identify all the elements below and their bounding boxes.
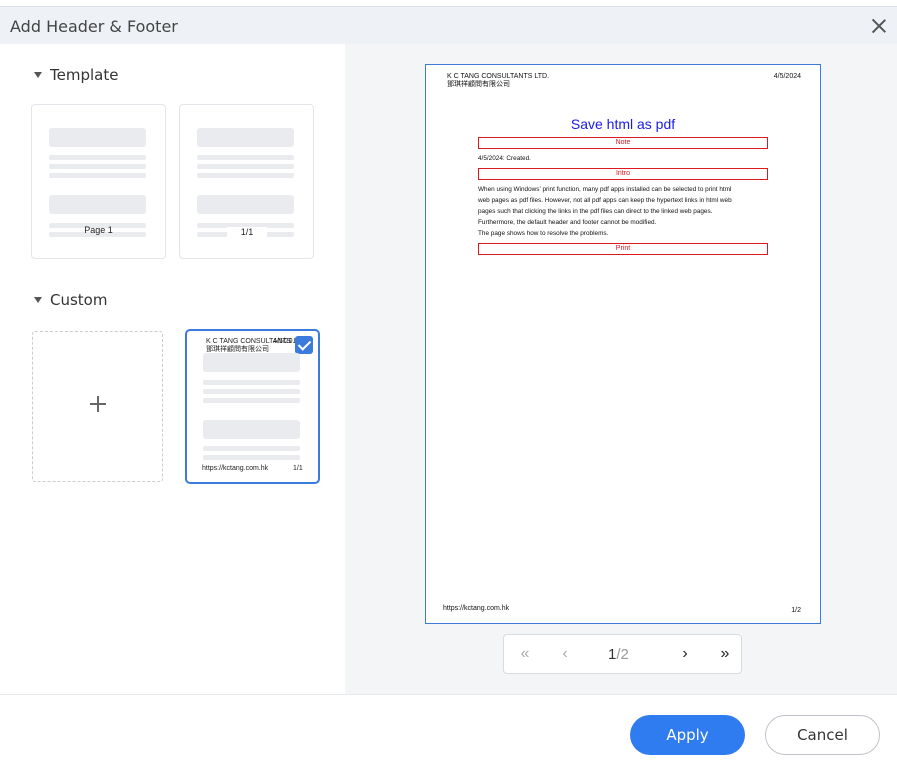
- page-navigator: « ‹ 1/2 › »: [503, 634, 742, 674]
- custom-section-toggle[interactable]: Custom: [34, 291, 107, 309]
- next-page-icon[interactable]: ›: [674, 644, 696, 666]
- preview-area: K C TANG CONSULTANTS LTD. 鄧琪祥顧問有限公司 4/5/…: [345, 44, 897, 694]
- collapse-triangle-icon: [34, 72, 42, 78]
- previous-page-icon[interactable]: ‹: [554, 644, 576, 666]
- cancel-button[interactable]: Cancel: [765, 715, 880, 755]
- custom-card-footer-page: 1/1: [293, 465, 303, 472]
- custom-heading: Custom: [50, 291, 108, 309]
- custom-template-card[interactable]: K C TANG CONSULTANTS LTD. 鄧琪祥顧問有限公司 4/5/…: [185, 329, 320, 484]
- template-card-label: Page 1: [84, 225, 113, 235]
- title-bar: Add Header & Footer: [0, 6, 897, 44]
- page-indicator: 1/2: [608, 646, 629, 663]
- plus-icon: [90, 396, 106, 412]
- left-panel: Template Page 1 1/1 Custom K C TANG CONS…: [0, 44, 345, 694]
- template-section-toggle[interactable]: Template: [34, 66, 118, 84]
- checkmark-icon: [295, 336, 313, 354]
- add-custom-button[interactable]: [32, 331, 163, 482]
- collapse-triangle-icon: [34, 297, 42, 303]
- preview-doc-title: Save html as pdf: [570, 116, 676, 132]
- preview-note-box: Note: [478, 137, 768, 149]
- first-page-icon[interactable]: «: [514, 644, 536, 666]
- dialog-footer: Apply Cancel: [0, 694, 897, 768]
- template-card-page-number[interactable]: Page 1: [31, 104, 166, 259]
- preview-note-text: 4/5/2024: Created.: [478, 155, 531, 162]
- preview-page: K C TANG CONSULTANTS LTD. 鄧琪祥顧問有限公司 4/5/…: [425, 64, 821, 624]
- preview-intro-box: Intro: [478, 168, 768, 180]
- preview-intro-text: When using Windows' print function, many…: [478, 186, 732, 237]
- template-heading: Template: [50, 66, 119, 84]
- last-page-icon[interactable]: »: [714, 644, 736, 666]
- apply-button[interactable]: Apply: [630, 715, 745, 755]
- template-card-page-fraction[interactable]: 1/1: [179, 104, 314, 259]
- dialog-title: Add Header & Footer: [10, 17, 178, 36]
- preview-print-box: Print: [478, 243, 768, 255]
- add-header-footer-dialog: Add Header & Footer Template Page 1 1/1 …: [0, 0, 897, 768]
- preview-footer-url: https://kctang.com.hk: [443, 605, 510, 612]
- template-card-label: 1/1: [227, 227, 267, 237]
- custom-card-footer-url: https://kctang.com.hk: [202, 465, 269, 472]
- total-pages: /2: [616, 646, 629, 663]
- preview-header-date: 4/5/2024: [773, 73, 801, 80]
- preview-header-company: K C TANG CONSULTANTS LTD. 鄧琪祥顧問有限公司: [447, 73, 550, 88]
- preview-footer-page: 1/2: [791, 607, 801, 614]
- close-icon[interactable]: [869, 16, 889, 36]
